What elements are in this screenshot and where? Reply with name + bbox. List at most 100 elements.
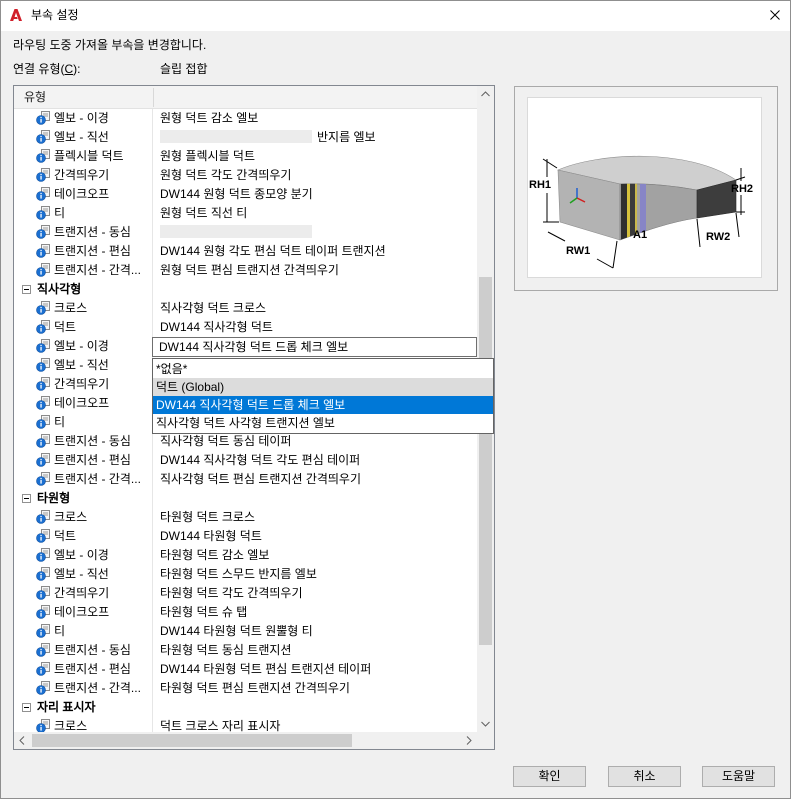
fitting-dropdown-list[interactable]: *없음* 덕트 (Global) DW144 직사각형 덕트 드롭 체크 엘보 직사각… [152,358,494,434]
fitting-value-text: 원형 덕트 편심 트랜지션 간격띄우기 [160,263,339,277]
cancel-button[interactable]: 취소 [608,766,681,787]
ok-button[interactable]: 확인 [513,766,586,787]
fitting-value[interactable]: 타원형 덕트 크로스 [160,508,476,527]
window-title: 부속 설정 [31,8,79,22]
fitting-value[interactable]: DW144 원형 덕트 종모양 분기 [160,185,476,204]
grid-row[interactable]: 트랜지션 - 간격... 직사각형 덕트 편심 트랜지션 간격띄우기 [14,470,477,489]
fitting-info-icon [36,624,50,638]
rw1-label: RW1 [566,245,590,257]
scroll-down-button[interactable] [477,715,494,732]
chevron-down-icon[interactable] [477,715,494,732]
grid-row[interactable]: 엘보 - 이경 원형 덕트 감소 엘보 [14,109,477,128]
fitting-info-icon [36,301,50,315]
fitting-info-icon [36,586,50,600]
grid-row[interactable]: 크로스 타원형 덕트 크로스 [14,508,477,527]
rh2-label: RH2 [731,183,753,195]
column-divider [152,204,153,223]
column-divider [152,679,153,698]
grid-row[interactable]: 덕트 DW144 직사각형 덕트 [14,318,477,337]
rw2-label: RW2 [706,231,730,243]
close-button[interactable] [759,0,791,31]
dropdown-option[interactable]: 덕트 (Global) [153,378,493,396]
fitting-info-icon [36,358,50,372]
horizontal-scrollbar[interactable] [14,732,477,749]
fitting-value[interactable]: 직사각형 덕트 편심 트랜지션 간격띄우기 [160,470,476,489]
fitting-value-text: 타원형 덕트 동심 트랜지션 [160,643,292,657]
fitting-value[interactable]: DW144 직사각형 덕트 [160,318,476,337]
fitting-type-label: 트랜지션 - 동심 [54,643,131,657]
fitting-value[interactable]: 타원형 덕트 편심 트랜지션 간격띄우기 [160,679,476,698]
grid-row[interactable]: 간격띄우기 원형 덕트 각도 간격띄우기 [14,166,477,185]
grid-row[interactable]: 테이크오프 타원형 덕트 슈 탭 [14,603,477,622]
fitting-type-label: 엘보 - 직선 [54,358,109,372]
fitting-value[interactable]: 타원형 덕트 동심 트랜지션 [160,641,476,660]
fitting-value[interactable]: DW144 타원형 덕트 [160,527,476,546]
fitting-value[interactable]: DW144 타원형 덕트 원뿔형 티 [160,622,476,641]
connection-type-label: 연결 유형(C): [13,61,81,77]
grid-row[interactable]: 엘보 - 이경 타원형 덕트 감소 엘보 [14,546,477,565]
fitting-value[interactable]: 원형 덕트 편심 트랜지션 간격띄우기 [160,261,476,280]
grid-row[interactable]: 트랜지션 - 편심 DW144 원형 각도 편심 덕트 테이퍼 트랜지션 [14,242,477,261]
dropdown-option[interactable]: DW144 직사각형 덕트 드롭 체크 엘보 [153,396,493,414]
chevron-up-icon[interactable] [477,86,494,103]
fitting-preview-frame: RH1 RH2 RW1 A1 RW2 [514,86,778,291]
fitting-value[interactable]: 직사각형 덕트 동심 테이퍼 [160,432,476,451]
grid-row[interactable]: 엘보 - 직선 반지름 엘보 [14,128,477,147]
dropdown-option[interactable]: 직사각형 덕트 사각형 트랜지션 엘보 [153,414,493,432]
horizontal-scroll-thumb[interactable] [32,734,352,747]
scroll-left-button[interactable] [14,732,31,749]
fitting-value[interactable]: 타원형 덕트 슈 탭 [160,603,476,622]
help-button[interactable]: 도움말 [702,766,775,787]
fitting-value[interactable]: 직사각형 덕트 크로스 [160,299,476,318]
fitting-value[interactable]: DW144 직사각형 덕트 각도 편심 테이퍼 [160,451,476,470]
grid-group-row[interactable]: 타원형 [14,489,477,508]
fitting-value[interactable]: 타원형 덕트 감소 엘보 [160,546,476,565]
fitting-value[interactable]: 원형 덕트 직선 티 [160,204,476,223]
grid-row[interactable]: 트랜지션 - 동심 직사각형 덕트 동심 테이퍼 [14,432,477,451]
collapse-toggle-icon[interactable] [22,703,31,712]
collapse-toggle-icon[interactable] [22,494,31,503]
grid-row[interactable]: 플렉시블 덕트 원형 플렉시블 덕트 [14,147,477,166]
vertical-scroll-thumb[interactable] [479,277,492,645]
fitting-value[interactable]: DW144 원형 각도 편심 덕트 테이퍼 트랜지션 [160,242,476,261]
fitting-value[interactable]: 타원형 덕트 각도 간격띄우기 [160,584,476,603]
grid-row[interactable]: 트랜지션 - 간격... 원형 덕트 편심 트랜지션 간격띄우기 [14,261,477,280]
grid-row[interactable]: 트랜지션 - 편심 DW144 타원형 덕트 편심 트랜지션 테이퍼 [14,660,477,679]
chevron-right-icon[interactable] [460,732,477,749]
grid-row[interactable]: 트랜지션 - 간격... 타원형 덕트 편심 트랜지션 간격띄우기 [14,679,477,698]
group-label: 직사각형 [37,282,82,296]
scroll-up-button[interactable] [477,86,494,103]
fitting-type-label: 티 [54,624,66,638]
grid-row[interactable]: 엘보 - 직선 타원형 덕트 스무드 반지름 엘보 [14,565,477,584]
fitting-value[interactable]: 타원형 덕트 스무드 반지름 엘보 [160,565,476,584]
dropdown-option[interactable]: *없음* [153,360,493,378]
grid-group-row[interactable]: 직사각형 [14,280,477,299]
grid-row[interactable]: 간격띄우기 타원형 덕트 각도 간격띄우기 [14,584,477,603]
grid-row[interactable]: 크로스 직사각형 덕트 크로스 [14,299,477,318]
fitting-value[interactable]: 반지름 엘보 [160,128,476,147]
grid-row[interactable]: 트랜지션 - 편심 DW144 직사각형 덕트 각도 편심 테이퍼 [14,451,477,470]
fitting-combobox[interactable]: DW144 직사각형 덕트 드롭 체크 엘보 [152,337,477,357]
fitting-value[interactable]: 덕트 크로스 자리 표시자 [160,717,476,732]
fitting-value[interactable]: 원형 덕트 각도 간격띄우기 [160,166,476,185]
grid-row[interactable]: 엘보 - 이경 DW144 직사각형 덕트 드롭 체크 엘보 [14,337,477,357]
fitting-info-icon [36,415,50,429]
fitting-value[interactable]: 원형 덕트 감소 엘보 [160,109,476,128]
close-icon[interactable] [770,10,780,20]
scroll-right-button[interactable] [460,732,477,749]
column-divider[interactable] [153,88,154,107]
chevron-left-icon[interactable] [14,732,31,749]
grid-row[interactable]: 티 DW144 타원형 덕트 원뿔형 티 [14,622,477,641]
collapse-toggle-icon[interactable] [22,285,31,294]
fitting-value[interactable]: 원형 플렉시블 덕트 [160,147,476,166]
fitting-value[interactable] [160,223,476,242]
fitting-value[interactable]: DW144 타원형 덕트 편심 트랜지션 테이퍼 [160,660,476,679]
grid-row[interactable]: 덕트 DW144 타원형 덕트 [14,527,477,546]
grid-row[interactable]: 트랜지션 - 동심 타원형 덕트 동심 트랜지션 [14,641,477,660]
grid-row[interactable]: 트랜지션 - 동심 [14,223,477,242]
grid-row[interactable]: 티 원형 덕트 직선 티 [14,204,477,223]
grid-row[interactable]: 테이크오프 DW144 원형 덕트 종모양 분기 [14,185,477,204]
fitting-value-text: 덕트 크로스 자리 표시자 [160,719,281,732]
grid-row[interactable]: 크로스 덕트 크로스 자리 표시자 [14,717,477,732]
grid-group-row[interactable]: 자리 표시자 [14,698,477,717]
